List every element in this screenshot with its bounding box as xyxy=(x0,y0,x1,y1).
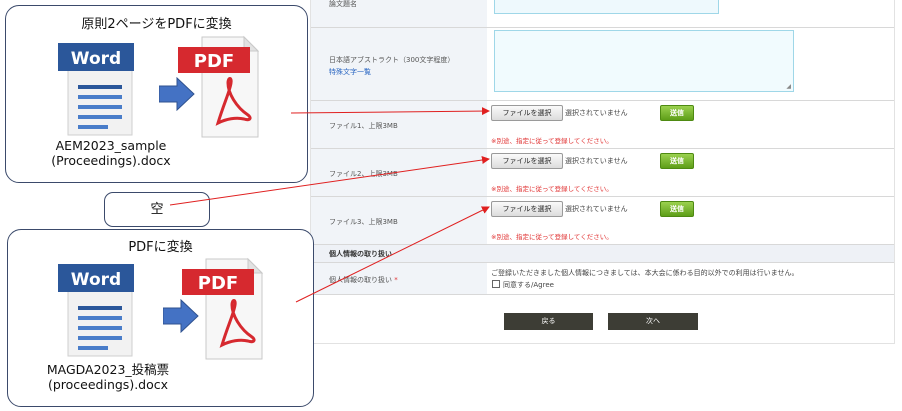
file2-status: 選択されていません xyxy=(565,157,628,165)
title-label: 論文題名 xyxy=(329,0,357,8)
file1-label: ファイル1、上限3MB xyxy=(329,122,398,130)
abstract-label: 日本語アブストラクト（300文字程度） xyxy=(329,56,455,64)
file3-status: 選択されていません xyxy=(565,205,628,213)
empty-label-box: 空 xyxy=(104,192,210,227)
special-chars-link[interactable]: 特殊文字一覧 xyxy=(329,67,371,77)
svg-text:Word: Word xyxy=(71,270,121,290)
callout-sample-paper: 原則2ページをPDFに変換 Word PDF AEM2023_sample (P… xyxy=(5,5,308,183)
title-row: 論文題名 xyxy=(311,0,894,28)
file1-choose-button[interactable]: ファイルを選択 xyxy=(491,105,563,121)
pdf-document-icon: PDF xyxy=(182,257,264,360)
file3-choose-button[interactable]: ファイルを選択 xyxy=(491,201,563,217)
title-input[interactable] xyxy=(494,0,719,14)
file1-status: 選択されていません xyxy=(565,109,628,117)
callout2-title: PDFに変換 xyxy=(128,240,193,255)
back-button[interactable]: 戻る xyxy=(504,313,593,330)
file2-row: ファイル2、上限3MB ファイルを選択 選択されていません 送信 ※別途、指定に… xyxy=(311,149,894,197)
file2-label: ファイル2、上限3MB xyxy=(329,170,398,178)
file1-row: ファイル1、上限3MB ファイルを選択 選択されていません 送信 ※別途、指定に… xyxy=(311,101,894,149)
privacy-section-header: 個人情報の取り扱い xyxy=(311,245,894,263)
callout1-title: 原則2ページをPDFに変換 xyxy=(81,17,232,32)
privacy-row: 個人情報の取り扱い * ご登録いただきました個人情報につきましては、本大会に係わ… xyxy=(311,263,894,295)
file2-choose-button[interactable]: ファイルを選択 xyxy=(491,153,563,169)
word-document-icon: Word xyxy=(58,264,134,357)
file1-note: ※別途、指定に従って登録してください。 xyxy=(491,137,613,145)
file3-note: ※別途、指定に従って登録してください。 xyxy=(491,233,613,241)
svg-text:Word: Word xyxy=(71,49,121,69)
agree-label: 同意する/Agree xyxy=(503,281,554,289)
svg-text:PDF: PDF xyxy=(198,273,238,294)
privacy-text: ご登録いただきました個人情報につきましては、本大会に係わる目的以外での利用は行い… xyxy=(491,269,799,277)
word-document-icon: Word xyxy=(58,43,134,136)
file3-send-button[interactable]: 送信 xyxy=(660,201,694,217)
abstract-textarea[interactable]: ◢ xyxy=(494,30,794,92)
abstract-row: 日本語アブストラクト（300文字程度） 特殊文字一覧 ◢ xyxy=(311,28,894,101)
file3-row: ファイル3、上限3MB ファイルを選択 選択されていません 送信 ※別途、指定に… xyxy=(311,197,894,245)
privacy-label: 個人情報の取り扱い * xyxy=(329,276,398,284)
resize-handle-icon[interactable]: ◢ xyxy=(786,83,791,90)
file2-note: ※別途、指定に従って登録してください。 xyxy=(491,185,613,193)
next-button[interactable]: 次へ xyxy=(608,313,698,330)
privacy-section-title: 個人情報の取り扱い xyxy=(329,250,392,258)
pdf-document-icon: PDF xyxy=(178,35,260,138)
submission-form: 論文題名 日本語アブストラクト（300文字程度） 特殊文字一覧 ◢ ファイル1、… xyxy=(310,0,895,344)
agree-checkbox[interactable] xyxy=(492,280,500,288)
callout-submission-form: PDFに変換 Word PDF MAGDA2023_投稿票 (proceedin… xyxy=(7,229,314,407)
file3-label: ファイル3、上限3MB xyxy=(329,218,398,226)
svg-text:PDF: PDF xyxy=(194,51,234,72)
required-mark: * xyxy=(394,276,398,284)
callout2-filename: MAGDA2023_投稿票 (proceedings).docx xyxy=(46,362,170,392)
file2-send-button[interactable]: 送信 xyxy=(660,153,694,169)
file1-send-button[interactable]: 送信 xyxy=(660,105,694,121)
callout1-filename: AEM2023_sample (Proceedings).docx xyxy=(51,138,171,168)
